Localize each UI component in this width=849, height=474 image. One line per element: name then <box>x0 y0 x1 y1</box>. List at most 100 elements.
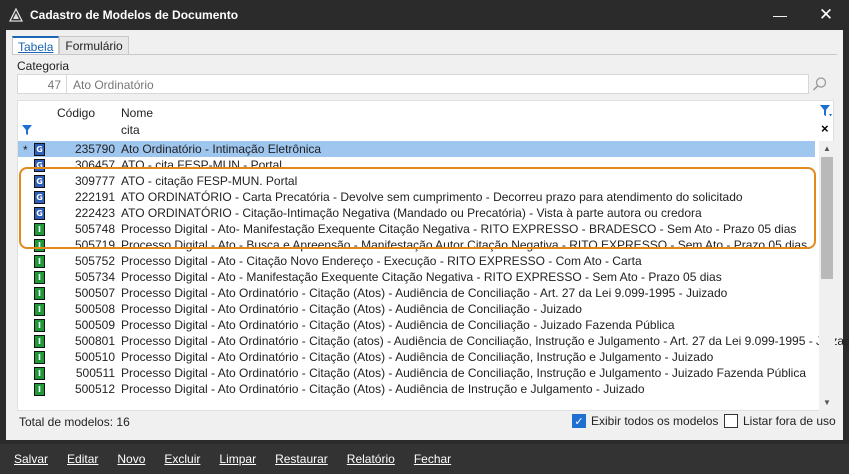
app-logo-icon <box>8 7 24 23</box>
scroll-up-icon[interactable]: ▲ <box>819 141 835 157</box>
table-row[interactable]: I 500509 Processo Digital - Ato Ordinatóri… <box>18 317 815 333</box>
models-grid: Código Nome cita × * G 235790 Ato Ordinatór… <box>17 100 849 411</box>
row-name: ATO ORDINATÓRIO - Carta Precatória - Dev… <box>121 190 743 204</box>
table-row[interactable]: I 505719 Processo Digital - Ato - Busca e … <box>18 237 815 253</box>
row-code: 505734 <box>74 270 115 284</box>
category-label: Categoria <box>17 59 70 73</box>
row-code: 500507 <box>74 286 115 300</box>
restore-button[interactable]: Restaurar <box>275 452 328 466</box>
row-code: 505752 <box>74 254 115 268</box>
save-button[interactable]: Salvar <box>14 452 48 466</box>
column-header-code[interactable]: Código <box>57 106 95 120</box>
table-row[interactable]: I 505734 Processo Digital - Ato - Manifest… <box>18 269 815 285</box>
table-row[interactable]: I 500510 Processo Digital - Ato Ordinatóri… <box>18 349 815 365</box>
table-row[interactable]: G 222191 ATO ORDINATÓRIO - Carta Precatóri… <box>18 189 815 205</box>
tab-bar: Tabela Formulário <box>12 36 129 54</box>
table-row[interactable]: I 500507 Processo Digital - Ato Ordinatóri… <box>18 285 815 301</box>
table-row[interactable]: I 500512 Processo Digital - Ato Ordinatóri… <box>18 381 815 397</box>
row-code: 500509 <box>74 318 115 332</box>
row-name: ATO ORDINATÓRIO - Citação-Intimação Nega… <box>121 206 702 220</box>
filter-icon[interactable] <box>819 104 833 118</box>
window-title: Cadastro de Modelos de Documento <box>30 8 239 22</box>
row-name: Processo Digital - Ato- Manifestação Exe… <box>121 222 797 236</box>
main-panel: Tabela Formulário Categoria 47 Ato Ordin… <box>6 30 849 440</box>
column-header-name[interactable]: Nome <box>121 106 153 120</box>
row-name: Processo Digital - Ato Ordinatório - Cit… <box>121 302 582 316</box>
row-code: 235790 <box>74 142 115 156</box>
type-g-icon: G <box>34 159 45 172</box>
row-name: Processo Digital - Ato Ordinatório - Cit… <box>121 334 849 348</box>
show-all-checkbox-group[interactable]: ✓ Exibir todos os modelos <box>572 414 718 428</box>
table-row[interactable]: G 222423 ATO ORDINATÓRIO - Citação-Intimaç… <box>18 205 815 221</box>
table-row[interactable]: I 505752 Processo Digital - Ato - Citação … <box>18 253 815 269</box>
row-marker: * <box>23 143 28 157</box>
row-name: Processo Digital - Ato - Manifestação Ex… <box>121 270 722 284</box>
row-code: 500801 <box>74 334 115 348</box>
row-code: 505719 <box>74 238 115 252</box>
row-code: 500512 <box>74 382 115 396</box>
table-row[interactable]: I 500508 Processo Digital - Ato Ordinatóri… <box>18 301 815 317</box>
type-i-icon: I <box>34 303 45 316</box>
type-i-icon: I <box>34 367 45 380</box>
close-button[interactable]: ✕ <box>803 0 849 30</box>
type-i-icon: I <box>34 223 45 236</box>
tab-formulario[interactable]: Formulário <box>59 36 129 54</box>
type-i-icon: I <box>34 319 45 332</box>
tab-divider <box>12 54 837 55</box>
type-i-icon: I <box>34 255 45 268</box>
category-code-field[interactable]: 47 <box>17 74 67 94</box>
row-name: Ato Ordinatório - Intimação Eletrônica <box>121 142 322 156</box>
tab-tabela[interactable]: Tabela <box>12 36 60 54</box>
list-unused-checkbox[interactable] <box>724 414 738 428</box>
row-code: 306457 <box>74 158 115 172</box>
clear-filter-icon[interactable]: × <box>821 121 829 136</box>
row-code: 500508 <box>74 302 115 316</box>
clear-button[interactable]: Limpar <box>219 452 256 466</box>
close-window-button[interactable]: Fechar <box>414 452 451 466</box>
vertical-scrollbar[interactable]: ▲ ▼ <box>819 141 835 411</box>
show-all-label: Exibir todos os modelos <box>591 414 719 428</box>
list-unused-checkbox-group[interactable]: Listar fora de uso <box>724 414 836 428</box>
table-row[interactable]: G 306457 ATO - cita FESP-MUN - Portal <box>18 157 815 173</box>
type-i-icon: I <box>34 335 45 348</box>
table-row[interactable]: * G 235790 Ato Ordinatório - Intimação Elet… <box>18 141 815 157</box>
row-name: Processo Digital - Ato Ordinatório - Cit… <box>121 366 807 380</box>
search-icon[interactable] <box>812 76 830 94</box>
filter-value[interactable]: cita <box>121 123 140 137</box>
row-code: 500510 <box>74 350 115 364</box>
type-g-icon: G <box>34 143 45 156</box>
scroll-thumb[interactable] <box>821 157 833 279</box>
footer-toolbar: Salvar Editar Novo Excluir Limpar Restau… <box>0 444 849 474</box>
row-name: Processo Digital - Ato - Busca e Apreens… <box>121 238 811 252</box>
row-name: Processo Digital - Ato - Citação Novo En… <box>121 254 642 268</box>
row-name: ATO - citação FESP-MUN. Portal <box>121 174 298 188</box>
row-code: 505748 <box>74 222 115 236</box>
table-row[interactable]: I 500511 Processo Digital - Ato Ordinatóri… <box>18 365 815 381</box>
edit-button[interactable]: Editar <box>67 452 98 466</box>
row-name: Processo Digital - Ato Ordinatório - Cit… <box>121 286 728 300</box>
type-i-icon: I <box>34 351 45 364</box>
row-name: Processo Digital - Ato Ordinatório - Cit… <box>121 318 675 332</box>
table-row[interactable]: G 309777 ATO - citação FESP-MUN. Portal <box>18 173 815 189</box>
new-button[interactable]: Novo <box>117 452 145 466</box>
row-code: 309777 <box>74 174 115 188</box>
delete-button[interactable]: Excluir <box>164 452 200 466</box>
row-code: 222423 <box>74 206 115 220</box>
scroll-down-icon[interactable]: ▼ <box>819 395 835 411</box>
list-unused-label: Listar fora de uso <box>743 414 836 428</box>
title-bar: Cadastro de Modelos de Documento — ✕ <box>0 0 849 30</box>
type-i-icon: I <box>34 287 45 300</box>
show-all-checkbox[interactable]: ✓ <box>572 414 586 428</box>
table-row[interactable]: I 500801 Processo Digital - Ato Ordinatóri… <box>18 333 849 349</box>
type-i-icon: I <box>34 271 45 284</box>
report-button[interactable]: Relatório <box>347 452 395 466</box>
type-g-icon: G <box>34 191 45 204</box>
category-name-field[interactable]: Ato Ordinatório <box>66 74 809 94</box>
row-name: Processo Digital - Ato Ordinatório - Cit… <box>121 382 645 396</box>
total-models-label: Total de modelos: 16 <box>19 415 130 429</box>
table-row[interactable]: I 505748 Processo Digital - Ato- Manifesta… <box>18 221 815 237</box>
minimize-button[interactable]: — <box>757 0 803 30</box>
row-name: Processo Digital - Ato Ordinatório - Cit… <box>121 350 714 364</box>
type-g-icon: G <box>34 175 45 188</box>
row-code: 500511 <box>75 366 115 380</box>
